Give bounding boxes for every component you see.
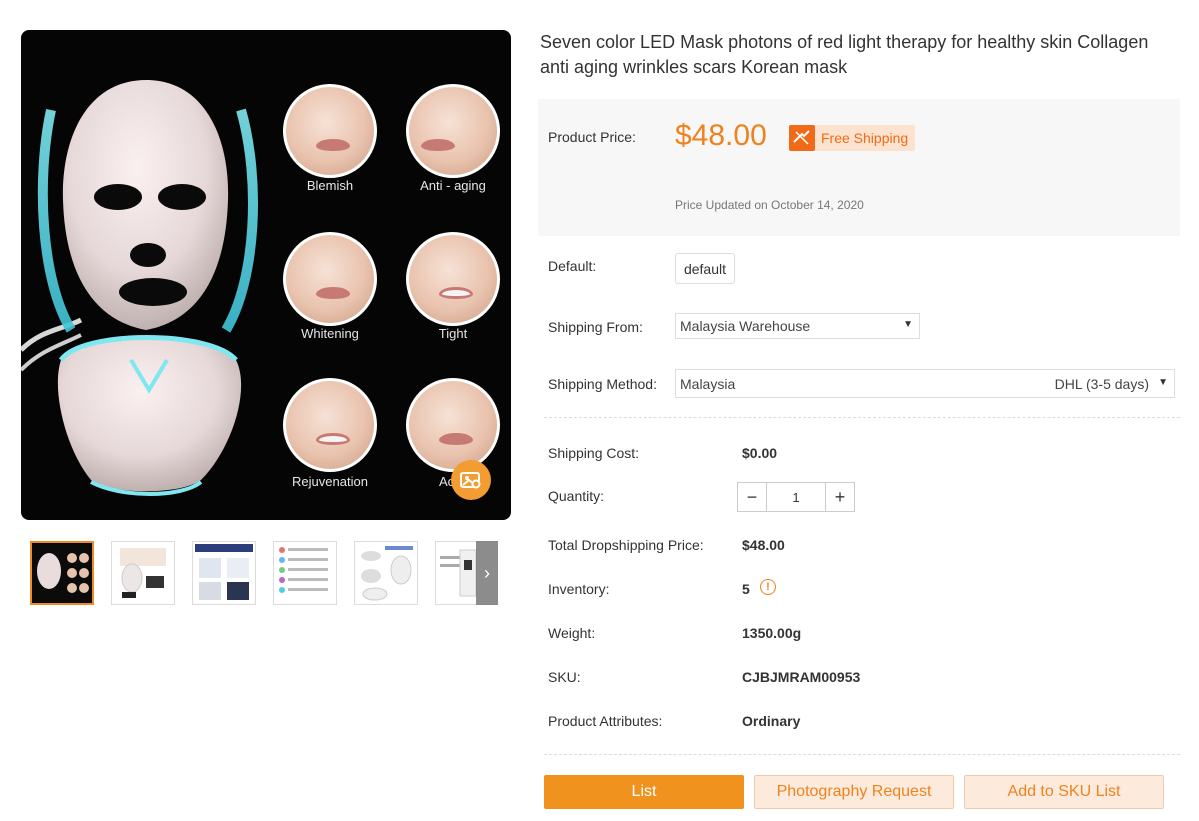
divider (544, 417, 1180, 418)
total-price-label: Total Dropshipping Price: (548, 537, 704, 553)
inventory-value: 5 (742, 581, 750, 597)
price-box: Product Price: $48.00 Free Shipping Pric… (538, 99, 1180, 236)
thumbnail[interactable] (192, 541, 256, 605)
skin-circle-whitening (283, 232, 377, 326)
add-to-sku-list-button[interactable]: Add to SKU List (964, 775, 1164, 809)
sku-value: CJBJMRAM00953 (742, 669, 861, 685)
shipping-cost-value: $0.00 (742, 445, 778, 461)
info-alert-icon[interactable]: ! (760, 579, 776, 595)
photography-request-button[interactable]: Photography Request (754, 775, 954, 809)
product-price-label: Product Price: (548, 129, 636, 145)
free-shipping-badge: Free Shipping (789, 125, 915, 151)
free-shipping-icon (789, 125, 815, 151)
total-price-value: $48.00 (742, 537, 785, 553)
thumbnail[interactable] (273, 541, 337, 605)
quantity-label: Quantity: (548, 488, 605, 504)
circle-label: Rejuvenation (292, 474, 368, 489)
variant-default-button[interactable]: default (675, 253, 735, 284)
circle-label: Anti - aging (420, 178, 486, 193)
shipping-from-label: Shipping From: (548, 319, 643, 335)
product-attributes-value: Ordinary (742, 713, 801, 729)
skin-circle-rejuvenation (283, 378, 377, 472)
minus-icon: − (746, 486, 758, 507)
quantity-decrease-button[interactable]: − (738, 483, 767, 511)
quantity-stepper: − 1 + (737, 482, 855, 512)
dropdown-arrow-icon: ▼ (1158, 377, 1168, 388)
shipping-from-value: Malaysia Warehouse (680, 318, 811, 334)
image-search-button[interactable] (451, 460, 491, 500)
dropdown-arrow-icon: ▼ (903, 319, 913, 330)
shipping-from-select[interactable]: Malaysia Warehouse ▼ (675, 313, 920, 339)
price-updated-text: Price Updated on October 14, 2020 (675, 198, 864, 212)
skin-circle-acne (406, 378, 500, 472)
image-search-icon (460, 472, 481, 489)
inventory-label: Inventory: (548, 581, 610, 597)
skin-circle-tight (406, 232, 500, 326)
skin-circle-blemish (283, 84, 377, 178)
circle-label: Blemish (306, 178, 354, 193)
product-attributes-label: Product Attributes: (548, 713, 663, 729)
thumbnail-strip: › (30, 541, 498, 605)
circle-label: Tight (438, 326, 468, 341)
product-title: Seven color LED Mask photons of red ligh… (540, 32, 1149, 77)
free-shipping-text: Free Shipping (821, 130, 909, 146)
thumbnail[interactable] (30, 541, 94, 605)
weight-label: Weight: (548, 625, 596, 641)
shipping-method-select[interactable]: Malaysia DHL (3-5 days) ▼ (675, 369, 1175, 398)
default-label: Default: (548, 258, 597, 274)
skin-circle-anti-aging (406, 84, 500, 178)
shipping-method-value: DHL (3-5 days) (1054, 375, 1149, 392)
circle-label: Whitening (301, 326, 359, 341)
thumbnail-image (37, 553, 89, 593)
thumbnail[interactable] (354, 541, 418, 605)
chevron-right-icon: › (484, 562, 490, 583)
thumbnail[interactable] (111, 541, 175, 605)
thumbnail-image (195, 544, 253, 600)
thumbnail-next-button[interactable]: › (476, 541, 498, 605)
sku-label: SKU: (548, 669, 581, 685)
product-price: $48.00 (675, 119, 767, 152)
quantity-increase-button[interactable]: + (825, 483, 854, 511)
shipping-cost-label: Shipping Cost: (548, 445, 640, 461)
list-button[interactable]: List (544, 775, 744, 809)
thumbnail-image (120, 548, 166, 598)
plus-icon: + (834, 486, 846, 507)
shipping-method-label: Shipping Method: (548, 376, 657, 392)
thumbnail-image (361, 546, 413, 601)
main-product-image[interactable]: Blemish Anti - aging Whitening Tight Rej… (21, 30, 511, 520)
shipping-method-country: Malaysia (680, 375, 736, 392)
thumbnail-image (279, 547, 328, 593)
quantity-input[interactable]: 1 (767, 483, 825, 511)
weight-value: 1350.00g (742, 625, 802, 641)
divider (544, 754, 1180, 755)
